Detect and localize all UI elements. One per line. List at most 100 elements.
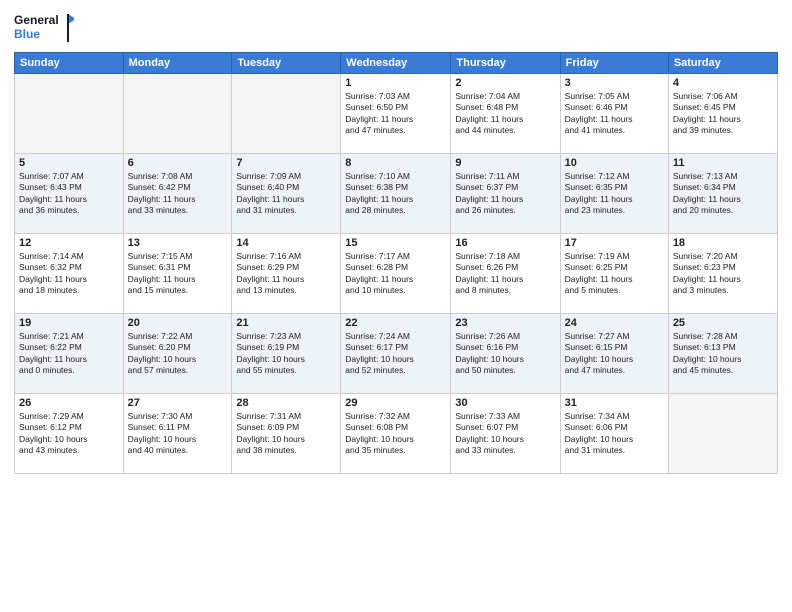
calendar-cell: 5Sunrise: 7:07 AM Sunset: 6:43 PM Daylig… [15,154,124,234]
day-number: 10 [565,157,664,169]
calendar-cell: 25Sunrise: 7:28 AM Sunset: 6:13 PM Dayli… [668,314,777,394]
calendar-cell: 7Sunrise: 7:09 AM Sunset: 6:40 PM Daylig… [232,154,341,234]
calendar-cell: 30 Sunrise: 7:33 AM Sunset: 6:07 PM Dayli… [451,394,560,474]
day-info: Sunrise: 7:15 AM Sunset: 6:31 PM Dayligh… [128,251,228,297]
day-number: 9 [455,157,555,169]
calendar-cell [123,74,232,154]
day-number: 23 [455,317,555,329]
page: General Blue SundayMondayTuesdayWednesda… [0,0,792,612]
day-number: 12 [19,237,119,249]
logo: General Blue [14,10,74,46]
day-number: 11 [673,157,773,169]
calendar-cell: 10 Sunrise: 7:12 AM Sunset: 6:35 PM Dayli… [560,154,668,234]
calendar-cell: 28 Sunrise: 7:31 AM Sunset: 6:09 PM Dayli… [232,394,341,474]
day-number: 19 [19,317,119,329]
calendar-cell: 26 Sunrise: 7:29 AM Sunset: 6:12 PM Dayli… [15,394,124,474]
calendar-cell: 19Sunrise: 7:21 AM Sunset: 6:22 PM Dayli… [15,314,124,394]
day-info: Sunrise: 7:20 AM Sunset: 6:23 PM Dayligh… [673,251,773,297]
day-number: 16 [455,237,555,249]
day-info: Sunrise: 7:13 AM Sunset: 6:34 PM Dayligh… [673,171,773,217]
calendar-cell: 27 Sunrise: 7:30 AM Sunset: 6:11 PM Dayli… [123,394,232,474]
day-number: 29 [345,397,446,409]
day-number: 26 [19,397,119,409]
calendar-cell: 24 Sunrise: 7:27 AM Sunset: 6:15 PM Dayli… [560,314,668,394]
calendar-cell: 8 Sunrise: 7:10 AM Sunset: 6:38 PM Daylig… [341,154,451,234]
calendar-cell: 29 Sunrise: 7:32 AM Sunset: 6:08 PM Dayli… [341,394,451,474]
day-info: Sunrise: 7:14 AM Sunset: 6:32 PM Dayligh… [19,251,119,297]
day-number: 15 [345,237,446,249]
day-info: Sunrise: 7:34 AM Sunset: 6:06 PM Dayligh… [565,411,664,457]
weekday-header-monday: Monday [123,53,232,74]
header: General Blue [14,10,778,46]
day-number: 3 [565,77,664,89]
day-number: 1 [345,77,446,89]
day-number: 22 [345,317,446,329]
calendar-cell: 12 Sunrise: 7:14 AM Sunset: 6:32 PM Dayli… [15,234,124,314]
day-number: 8 [345,157,446,169]
day-number: 13 [128,237,228,249]
weekday-header-wednesday: Wednesday [341,53,451,74]
logo-svg: General Blue [14,10,74,46]
svg-text:General: General [14,13,59,27]
day-number: 25 [673,317,773,329]
day-info: Sunrise: 7:18 AM Sunset: 6:26 PM Dayligh… [455,251,555,297]
day-info: Sunrise: 7:27 AM Sunset: 6:15 PM Dayligh… [565,331,664,377]
calendar-cell: 20Sunrise: 7:22 AM Sunset: 6:20 PM Dayli… [123,314,232,394]
calendar-cell: 31 Sunrise: 7:34 AM Sunset: 6:06 PM Dayli… [560,394,668,474]
day-info: Sunrise: 7:12 AM Sunset: 6:35 PM Dayligh… [565,171,664,217]
weekday-header-thursday: Thursday [451,53,560,74]
day-info: Sunrise: 7:17 AM Sunset: 6:28 PM Dayligh… [345,251,446,297]
calendar-cell: 15 Sunrise: 7:17 AM Sunset: 6:28 PM Dayli… [341,234,451,314]
day-info: Sunrise: 7:05 AM Sunset: 6:46 PM Dayligh… [565,91,664,137]
day-number: 14 [236,237,336,249]
weekday-header-sunday: Sunday [15,53,124,74]
day-number: 24 [565,317,664,329]
calendar-cell: 21 Sunrise: 7:23 AM Sunset: 6:19 PM Dayli… [232,314,341,394]
weekday-header-saturday: Saturday [668,53,777,74]
week-row-2: 5Sunrise: 7:07 AM Sunset: 6:43 PM Daylig… [15,154,778,234]
calendar: SundayMondayTuesdayWednesdayThursdayFrid… [14,52,778,474]
day-info: Sunrise: 7:32 AM Sunset: 6:08 PM Dayligh… [345,411,446,457]
day-number: 17 [565,237,664,249]
day-info: Sunrise: 7:19 AM Sunset: 6:25 PM Dayligh… [565,251,664,297]
day-info: Sunrise: 7:30 AM Sunset: 6:11 PM Dayligh… [128,411,228,457]
day-info: Sunrise: 7:24 AM Sunset: 6:17 PM Dayligh… [345,331,446,377]
day-info: Sunrise: 7:31 AM Sunset: 6:09 PM Dayligh… [236,411,336,457]
day-info: Sunrise: 7:26 AM Sunset: 6:16 PM Dayligh… [455,331,555,377]
day-info: Sunrise: 7:23 AM Sunset: 6:19 PM Dayligh… [236,331,336,377]
calendar-cell: 16 Sunrise: 7:18 AM Sunset: 6:26 PM Dayli… [451,234,560,314]
calendar-cell [232,74,341,154]
day-info: Sunrise: 7:10 AM Sunset: 6:38 PM Dayligh… [345,171,446,217]
day-info: Sunrise: 7:29 AM Sunset: 6:12 PM Dayligh… [19,411,119,457]
calendar-cell: 6 Sunrise: 7:08 AM Sunset: 6:42 PM Daylig… [123,154,232,234]
day-number: 2 [455,77,555,89]
calendar-cell: 18 Sunrise: 7:20 AM Sunset: 6:23 PM Dayli… [668,234,777,314]
calendar-cell: 4Sunrise: 7:06 AM Sunset: 6:45 PM Daylig… [668,74,777,154]
calendar-cell: 9Sunrise: 7:11 AM Sunset: 6:37 PM Daylig… [451,154,560,234]
week-row-1: 1 Sunrise: 7:03 AM Sunset: 6:50 PM Daylig… [15,74,778,154]
calendar-cell [15,74,124,154]
weekday-header-friday: Friday [560,53,668,74]
calendar-cell [668,394,777,474]
day-number: 21 [236,317,336,329]
svg-text:Blue: Blue [14,27,40,41]
calendar-cell: 23 Sunrise: 7:26 AM Sunset: 6:16 PM Dayli… [451,314,560,394]
calendar-cell: 2Sunrise: 7:04 AM Sunset: 6:48 PM Daylig… [451,74,560,154]
day-info: Sunrise: 7:03 AM Sunset: 6:50 PM Dayligh… [345,91,446,137]
day-number: 31 [565,397,664,409]
day-info: Sunrise: 7:06 AM Sunset: 6:45 PM Dayligh… [673,91,773,137]
day-info: Sunrise: 7:08 AM Sunset: 6:42 PM Dayligh… [128,171,228,217]
calendar-cell: 3 Sunrise: 7:05 AM Sunset: 6:46 PM Daylig… [560,74,668,154]
day-number: 6 [128,157,228,169]
day-info: Sunrise: 7:16 AM Sunset: 6:29 PM Dayligh… [236,251,336,297]
weekday-header-tuesday: Tuesday [232,53,341,74]
day-number: 20 [128,317,228,329]
calendar-cell: 1 Sunrise: 7:03 AM Sunset: 6:50 PM Daylig… [341,74,451,154]
calendar-cell: 11 Sunrise: 7:13 AM Sunset: 6:34 PM Dayli… [668,154,777,234]
day-number: 30 [455,397,555,409]
day-info: Sunrise: 7:33 AM Sunset: 6:07 PM Dayligh… [455,411,555,457]
day-number: 18 [673,237,773,249]
week-row-3: 12 Sunrise: 7:14 AM Sunset: 6:32 PM Dayli… [15,234,778,314]
day-number: 27 [128,397,228,409]
day-number: 28 [236,397,336,409]
